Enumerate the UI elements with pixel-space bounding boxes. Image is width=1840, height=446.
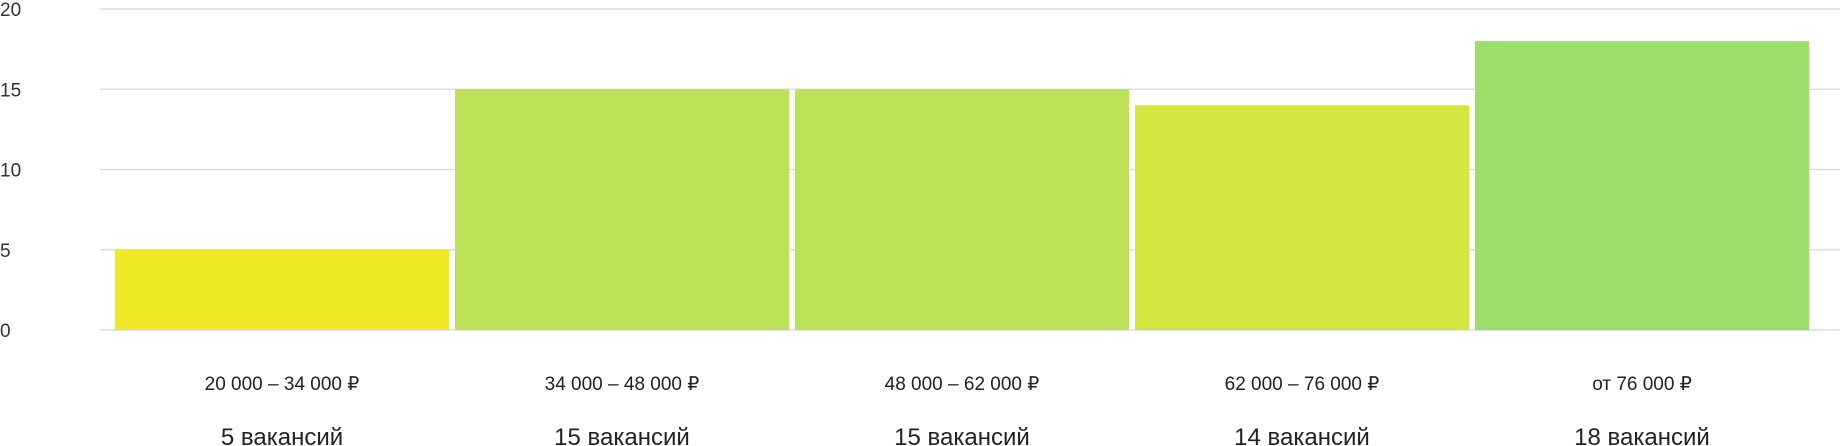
bar-5[interactable] [1475, 41, 1809, 330]
vacancy-count-label: 15 вакансий [894, 424, 1030, 446]
bar-2[interactable] [455, 89, 789, 330]
salary-histogram-chart: 0 5 10 15 20 20 000 – 34 000 ₽ 34 000 – 48 00… [0, 0, 1840, 446]
y-tick-label: 20 [0, 0, 21, 21]
vacancy-count-labels: 5 вакансий 15 вакансий 15 вакансий 14 вакан… [221, 424, 1710, 446]
salary-range-label: 48 000 – 62 000 ₽ [885, 374, 1040, 395]
vacancy-count-label: 18 вакансий [1574, 424, 1710, 446]
bar-1[interactable] [115, 249, 449, 330]
y-tick-label: 10 [0, 161, 21, 182]
vacancy-count-label: 15 вакансий [554, 424, 690, 446]
y-tick-label: 15 [0, 80, 21, 101]
salary-range-label: 20 000 – 34 000 ₽ [205, 374, 360, 395]
vacancy-count-label: 5 вакансий [221, 424, 343, 446]
x-axis-labels: 20 000 – 34 000 ₽ 34 000 – 48 000 ₽ 48 000… [205, 374, 1692, 395]
bars [115, 41, 1809, 330]
vacancy-count-label: 14 вакансий [1234, 424, 1370, 446]
y-axis-ticks: 0 5 10 15 20 [0, 0, 21, 342]
y-tick-label: 0 [0, 321, 11, 342]
salary-range-label: от 76 000 ₽ [1592, 374, 1692, 395]
y-tick-label: 5 [0, 241, 11, 262]
bar-4[interactable] [1135, 105, 1469, 330]
salary-range-label: 34 000 – 48 000 ₽ [545, 374, 700, 395]
bar-3[interactable] [795, 89, 1129, 330]
salary-range-label: 62 000 – 76 000 ₽ [1225, 374, 1380, 395]
